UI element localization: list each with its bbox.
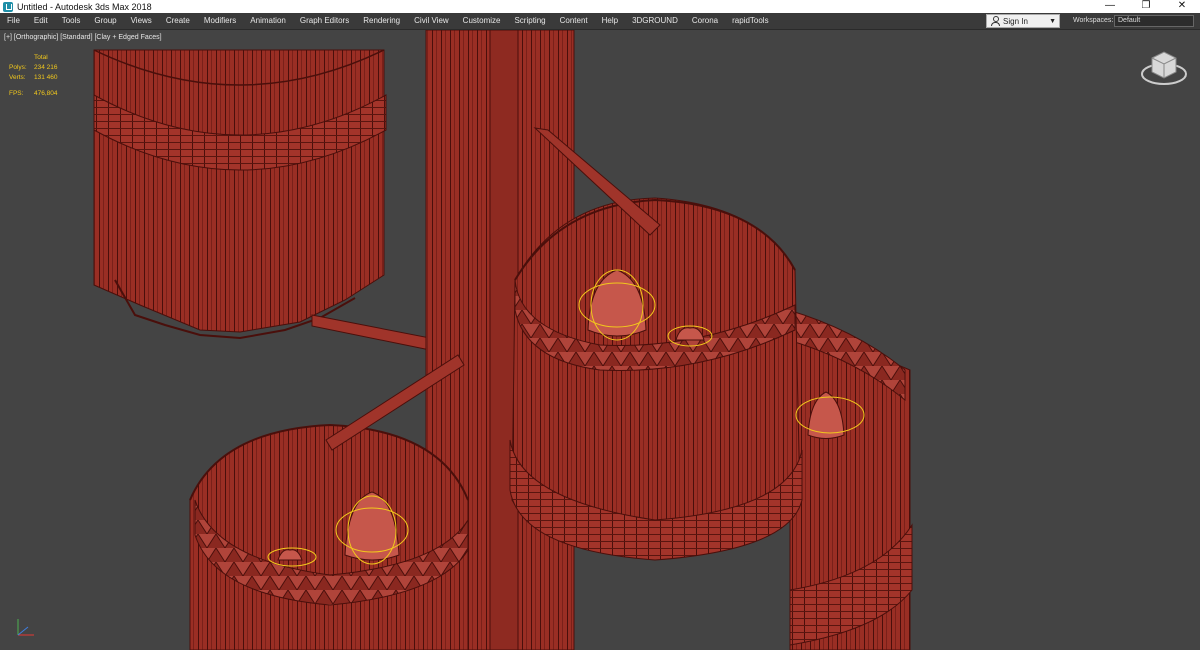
menu-civil-view[interactable]: Civil View bbox=[407, 13, 456, 29]
menu-scripting[interactable]: Scripting bbox=[507, 13, 552, 29]
menu-modifiers[interactable]: Modifiers bbox=[197, 13, 243, 29]
window-controls: — ❐ ✕ bbox=[1092, 0, 1200, 13]
app-logo-icon bbox=[3, 1, 13, 12]
verts-value: 131 460 bbox=[34, 74, 58, 81]
polys-label: Polys: bbox=[9, 64, 27, 71]
axis-tripod-icon bbox=[17, 619, 34, 636]
lampshade-top-left[interactable] bbox=[93, 49, 387, 340]
menu-views[interactable]: Views bbox=[124, 13, 159, 29]
menu-customize[interactable]: Customize bbox=[456, 13, 508, 29]
menu-rendering[interactable]: Rendering bbox=[356, 13, 407, 29]
scene-mesh[interactable] bbox=[0, 30, 1200, 650]
arm-top-left[interactable] bbox=[311, 314, 431, 351]
viewcube-icon[interactable] bbox=[1138, 44, 1190, 90]
menu-create[interactable]: Create bbox=[159, 13, 197, 29]
menu-graph-editors[interactable]: Graph Editors bbox=[293, 13, 356, 29]
chevron-down-icon: ▼ bbox=[1049, 17, 1056, 25]
verts-label: Verts: bbox=[9, 74, 26, 81]
sign-in-label: Sign In bbox=[1003, 16, 1028, 26]
stats-header: Total bbox=[34, 54, 48, 61]
menu-corona[interactable]: Corona bbox=[685, 13, 725, 29]
minimize-button[interactable]: — bbox=[1092, 0, 1128, 13]
menu-3dground[interactable]: 3DGROUND bbox=[625, 13, 685, 29]
restore-button[interactable]: ❐ bbox=[1128, 0, 1164, 13]
user-icon bbox=[990, 16, 1000, 26]
menu-help[interactable]: Help bbox=[595, 13, 625, 29]
lampshade-right-middle[interactable] bbox=[509, 197, 803, 561]
statistics-overlay: Total Polys: 234 216 Verts: 131 460 FPS: 47… bbox=[9, 53, 74, 99]
fps-value: 476,804 bbox=[34, 90, 58, 97]
sign-in-dropdown[interactable]: Sign In ▼ bbox=[986, 14, 1060, 28]
polys-value: 234 216 bbox=[34, 64, 58, 71]
title-bar: Untitled - Autodesk 3ds Max 2018 — ❐ ✕ bbox=[0, 0, 1200, 13]
menu-tools[interactable]: Tools bbox=[55, 13, 88, 29]
viewport-label[interactable]: [+] [Orthographic] [Standard] [Clay + Ed… bbox=[4, 34, 162, 41]
workspaces-label: Workspaces: bbox=[1073, 17, 1114, 24]
menu-content[interactable]: Content bbox=[553, 13, 595, 29]
lampshade-bottom-left[interactable] bbox=[189, 423, 469, 650]
menu-items: File Edit Tools Group Views Create Modif… bbox=[0, 13, 776, 29]
menu-edit[interactable]: Edit bbox=[27, 13, 55, 29]
viewport[interactable]: [+] [Orthographic] [Standard] [Clay + Ed… bbox=[0, 30, 1200, 650]
fps-label: FPS: bbox=[9, 90, 24, 97]
close-button[interactable]: ✕ bbox=[1164, 0, 1200, 13]
menu-file[interactable]: File bbox=[0, 13, 27, 29]
menu-rapidtools[interactable]: rapidTools bbox=[725, 13, 775, 29]
workspaces-select[interactable]: Default bbox=[1114, 15, 1194, 27]
window-title: Untitled - Autodesk 3ds Max 2018 bbox=[17, 1, 152, 12]
menu-animation[interactable]: Animation bbox=[243, 13, 293, 29]
menu-group[interactable]: Group bbox=[87, 13, 123, 29]
